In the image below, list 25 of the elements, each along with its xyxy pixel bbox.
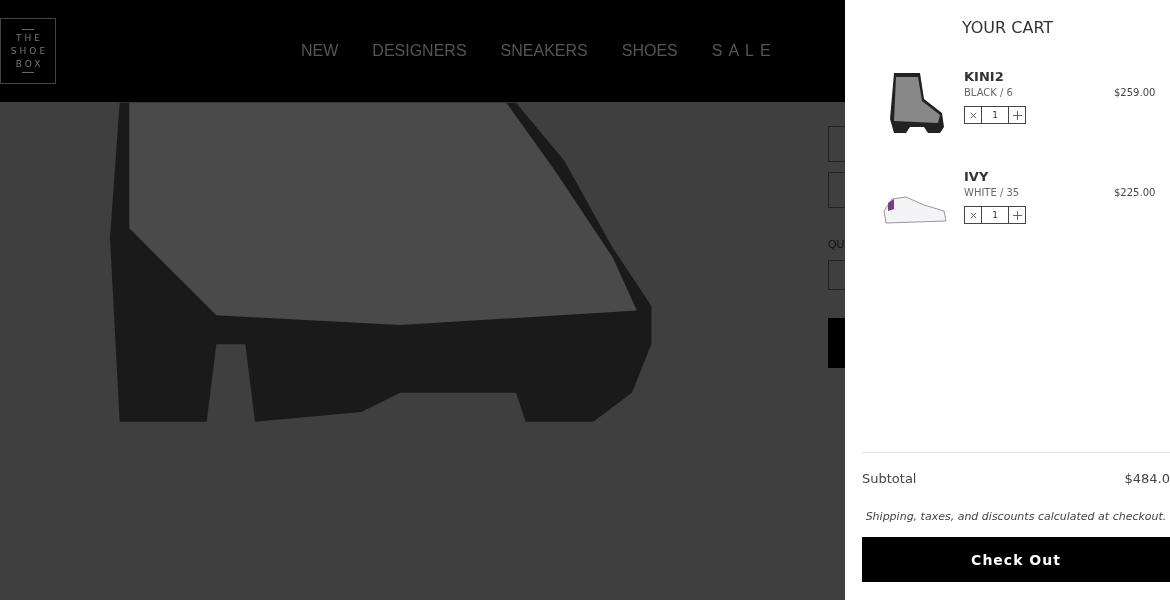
item-name[interactable]: KINI2 <box>964 69 1114 84</box>
subtotal-label: Subtotal <box>862 471 917 486</box>
logo[interactable]: THE SHOE BOX <box>0 18 56 84</box>
remove-button[interactable] <box>964 206 982 224</box>
close-icon <box>968 210 978 220</box>
item-price: $259.00 <box>1114 87 1156 98</box>
item-variant: BLACK / 6 <box>964 87 1014 98</box>
item-price: $225.00 <box>1114 187 1156 198</box>
plus-icon <box>1012 210 1022 220</box>
checkout-button[interactable]: Check Out <box>862 537 1170 582</box>
nav-link[interactable]: NEW <box>301 42 339 60</box>
nav-link[interactable]: SHOES <box>621 42 678 60</box>
subtotal-value: $484.0 <box>1124 471 1170 486</box>
checkout-note: Shipping, taxes, and discounts calculated at checkout. <box>864 510 1168 523</box>
item-name[interactable]: IVY <box>964 169 1114 184</box>
plus-icon <box>1012 110 1022 120</box>
nav-link[interactable]: SNEAKERS <box>500 42 588 60</box>
increase-button[interactable] <box>1008 106 1026 124</box>
remove-button[interactable] <box>964 106 982 124</box>
close-icon <box>968 110 978 120</box>
increase-button[interactable] <box>1008 206 1026 224</box>
cart-title: YOUR CART <box>960 18 1055 37</box>
item-variant: WHITE / 35 <box>964 187 1021 198</box>
nav-link[interactable]: DESIGNERS <box>372 42 467 60</box>
nav-link[interactable]: SALE <box>711 42 777 60</box>
